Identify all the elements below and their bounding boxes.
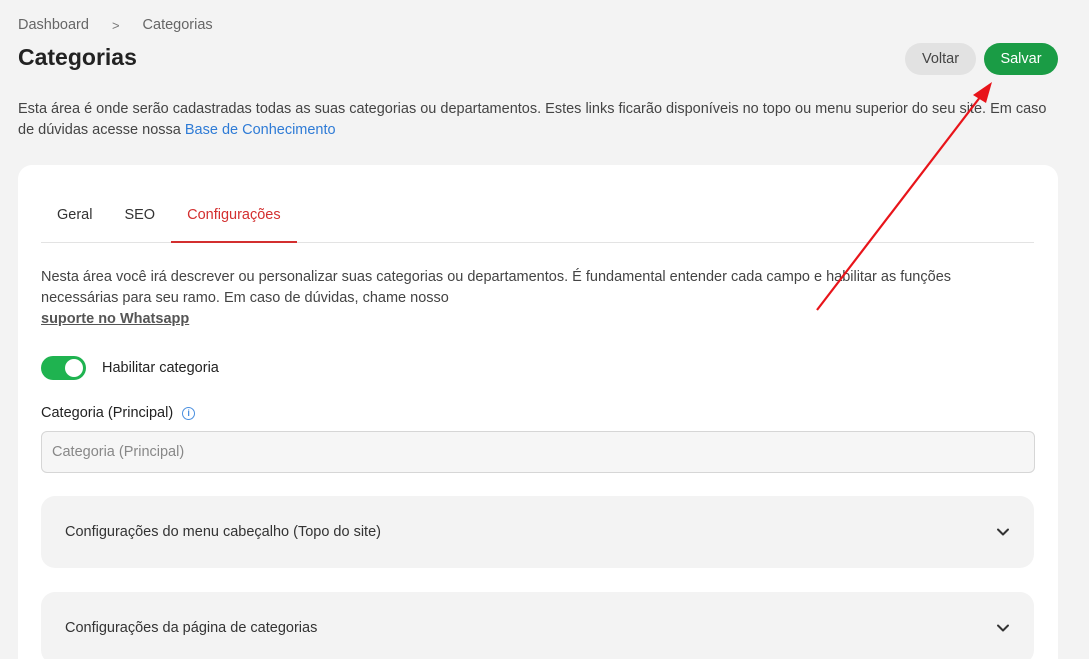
info-icon[interactable]: i (182, 406, 196, 420)
main-category-label-text: Categoria (Principal) (41, 405, 174, 421)
enable-category-label: Habilitar categoria (102, 360, 219, 376)
enable-category-toggle[interactable] (41, 356, 86, 380)
tab-bar: Geral SEO Configurações (41, 193, 1034, 243)
whatsapp-support-link[interactable]: suporte no Whatsapp (41, 309, 1001, 330)
tab-seo[interactable]: SEO (108, 193, 171, 243)
breadcrumb: Dashboard > Categorias (18, 17, 213, 33)
intro-body: Esta área é onde serão cadastradas todas… (18, 101, 1047, 138)
accordion-category-page[interactable]: Configurações da página de categorias (41, 592, 1034, 659)
save-button[interactable]: Salvar (984, 43, 1058, 75)
accordion-header-menu[interactable]: Configurações do menu cabeçalho (Topo do… (41, 496, 1034, 568)
toggle-knob (65, 359, 83, 377)
main-category-input[interactable] (41, 431, 1035, 473)
category-card: Geral SEO Configurações Nesta área você … (18, 165, 1058, 659)
tab-configuracoes[interactable]: Configurações (171, 193, 297, 243)
main-category-label: Categoria (Principal) i (41, 405, 196, 421)
chevron-right-icon: > (111, 17, 120, 33)
back-button[interactable]: Voltar (905, 43, 976, 75)
breadcrumb-categorias: Categorias (142, 17, 213, 33)
page-title: Categorias (18, 44, 137, 70)
accordion-category-page-label: Configurações da página de categorias (65, 620, 318, 636)
enable-category-row: Habilitar categoria (41, 356, 219, 380)
breadcrumb-dashboard[interactable]: Dashboard (18, 17, 89, 33)
chevron-down-icon (997, 624, 1009, 632)
config-description: Nesta área você irá descrever ou persona… (41, 267, 1001, 330)
tab-geral[interactable]: Geral (41, 193, 108, 243)
chevron-down-icon (997, 528, 1009, 536)
config-description-text: Nesta área você irá descrever ou persona… (41, 269, 952, 306)
knowledge-base-link[interactable]: Base de Conhecimento (185, 122, 336, 138)
intro-text: Esta área é onde serão cadastradas todas… (18, 99, 1048, 141)
accordion-header-menu-label: Configurações do menu cabeçalho (Topo do… (65, 524, 381, 540)
